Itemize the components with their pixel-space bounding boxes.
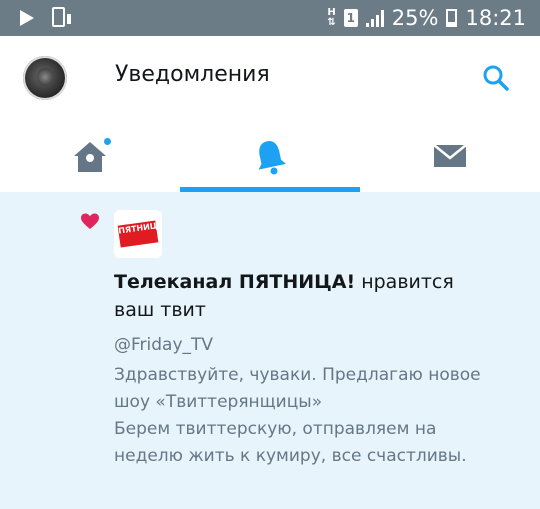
battery-percent: 25%: [391, 6, 439, 30]
avatar[interactable]: [23, 56, 67, 100]
network-type-icon: H ⇅: [327, 7, 336, 28]
heart-icon: [81, 213, 99, 229]
battery-icon: [446, 9, 458, 27]
bell-icon: [258, 141, 286, 175]
notification-headline: Телеканал ПЯТНИЦА! нравится ваш твит: [114, 268, 494, 324]
channel-logo: ПЯТНИЦА!: [117, 220, 162, 248]
alert-mark-icon: [67, 14, 71, 24]
play-notification-icon: [20, 10, 34, 26]
page-title: Уведомления: [115, 62, 270, 87]
search-button[interactable]: [480, 62, 512, 94]
signal-icon: [365, 9, 384, 27]
account-avatar[interactable]: ПЯТНИЦА!: [114, 210, 162, 258]
clock: 18:21: [465, 6, 526, 30]
app-header: Уведомления: [0, 36, 540, 120]
sim-icon: 1: [343, 9, 358, 27]
status-bar: H ⇅ 1 25% 18:21: [0, 0, 540, 36]
new-activity-dot: [104, 138, 111, 145]
tab-notifications[interactable]: [180, 120, 360, 192]
tab-home[interactable]: [0, 120, 180, 192]
notification-item[interactable]: ПЯТНИЦА! Телеканал ПЯТНИЦА! нравится ваш…: [0, 192, 540, 509]
account-name[interactable]: Телеканал ПЯТНИЦА!: [114, 271, 355, 293]
tab-bar: [0, 120, 540, 193]
tab-messages[interactable]: [360, 120, 540, 192]
tweet-text: Здравствуйте, чуваки. Предлагаю новое шо…: [114, 365, 481, 466]
account-handle[interactable]: @Friday_TV: [114, 335, 213, 355]
envelope-icon: [433, 144, 467, 167]
search-icon: [483, 65, 509, 91]
phone-alert-icon: [52, 7, 65, 27]
